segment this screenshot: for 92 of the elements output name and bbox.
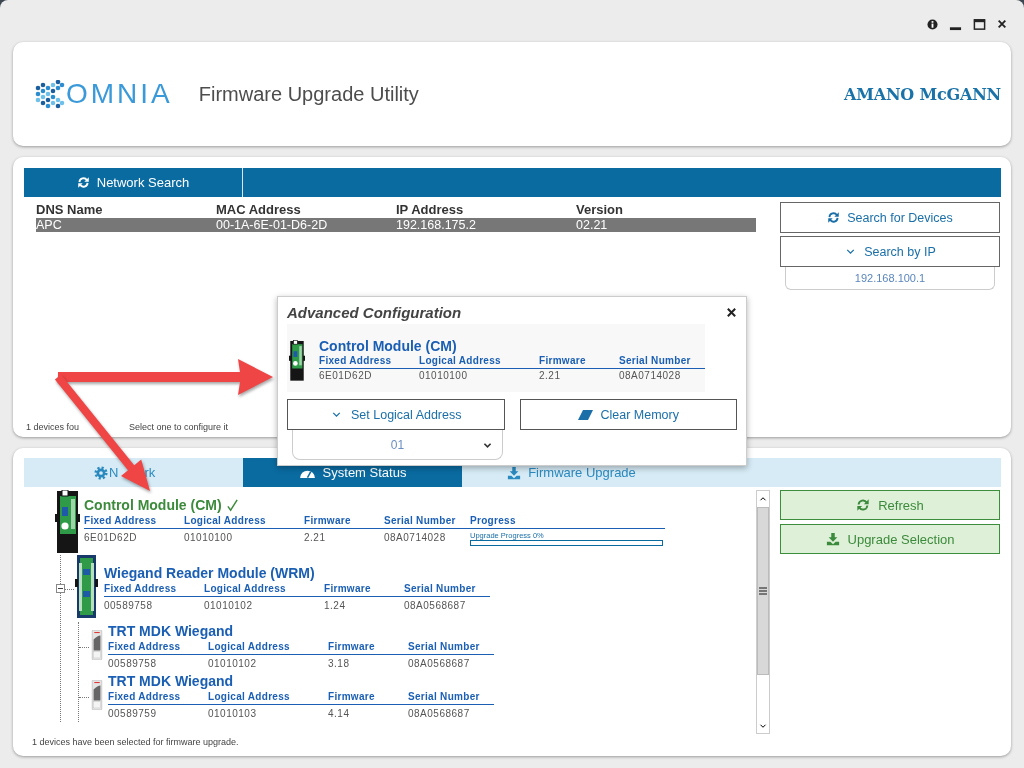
close-icon[interactable] <box>997 19 1007 29</box>
table-cell-text: 6E01D62D <box>84 531 138 545</box>
column-header: Firmware <box>304 515 352 528</box>
dropdown-button[interactable]: Set Logical Address <box>287 399 505 430</box>
table-cell-text: 2.21 <box>539 369 562 383</box>
table-cell-text: 08A0568687 <box>408 707 471 721</box>
device-name[interactable]: Control Module (CM) <box>84 497 222 513</box>
app-title: Firmware Upgrade Utility <box>198 82 419 106</box>
table-cell-text: 192.168.175.2 <box>396 218 477 232</box>
table-cell-text: 02.21 <box>576 218 609 232</box>
column-header: Fixed Address <box>108 641 182 654</box>
circuit-board-icon <box>75 555 98 618</box>
column-header: MAC Address <box>216 202 302 218</box>
eraser-icon <box>577 409 593 420</box>
check-icon <box>225 498 239 512</box>
column-header: Fixed Address <box>84 515 158 528</box>
card-reader-icon <box>90 630 104 660</box>
column-header: Fixed Address <box>108 691 182 704</box>
table-row[interactable]: APC 00-1A-6E-01-D6-2D 192.168.175.2 02.21 <box>36 218 756 232</box>
column-header: Firmware <box>539 355 587 368</box>
column-header: Serial Number <box>404 583 477 596</box>
table-cell-text: 6E01D62D <box>319 369 373 383</box>
gear-icon <box>94 465 108 480</box>
column-header: Logical Address <box>419 355 502 368</box>
scroll-thumb[interactable] <box>757 507 769 675</box>
table-cell-text: 1.24 <box>324 599 347 613</box>
refresh-icon <box>856 498 871 512</box>
column-header: Firmware <box>324 583 372 596</box>
column-header: Serial Number <box>408 641 481 654</box>
column-header: Fixed Address <box>104 583 178 596</box>
download-icon <box>507 465 522 480</box>
status-text: 1 devices have been selected for firmware upgrade. <box>31 737 240 747</box>
column-header: Serial Number <box>384 515 457 528</box>
table-cell-text: 2.21 <box>304 531 327 545</box>
table-cell-text: 3.18 <box>328 657 351 671</box>
table-cell-text: 01010102 <box>204 599 254 613</box>
refresh-icon <box>827 211 841 224</box>
clear-button[interactable]: Clear Memory <box>519 399 737 430</box>
table-cell-text: 00-1A-6E-01-D6-2D <box>216 218 329 232</box>
table-cell-text: 01010103 <box>208 707 258 721</box>
dropdown-button[interactable]: Search by IP <box>780 236 1000 267</box>
table-cell-text: 08A0568687 <box>408 657 471 671</box>
ip-field[interactable]: 192.168.100.1 <box>785 267 995 290</box>
column-header: Firmware <box>328 691 376 704</box>
table-cell-text: 01010102 <box>208 657 258 671</box>
column-header: Logical Address <box>204 583 287 596</box>
column-header: Logical Address <box>208 641 291 654</box>
upgrade-button[interactable]: Upgrade Selection <box>780 524 1000 554</box>
column-header: Firmware <box>328 641 376 654</box>
table-cell-text: 01010100 <box>419 369 469 383</box>
status-text: Select one to configure it <box>129 422 230 432</box>
circuit-board-icon <box>55 490 80 553</box>
table-cell-text: 08A0714028 <box>619 369 682 383</box>
table-cell-text: 00589758 <box>104 599 154 613</box>
logo-icon <box>35 79 65 109</box>
collapse-toggle-icon[interactable] <box>56 583 65 593</box>
dialog-title: Advanced Configuration <box>287 303 462 321</box>
brand-logo: AMANO McGANN <box>843 84 1001 104</box>
status-text: 1 devices fou <box>26 422 81 432</box>
info-icon[interactable] <box>927 18 938 30</box>
column-header: Progress <box>470 515 517 528</box>
table-cell-text: 01010100 <box>184 531 234 545</box>
table-cell-text: 00589759 <box>108 707 158 721</box>
device-name[interactable]: TRT MDK Wiegand <box>108 673 234 689</box>
download-icon <box>825 532 840 546</box>
table-cell-text: 08A0568687 <box>404 599 467 613</box>
refresh-icon <box>76 176 90 189</box>
table-cell-text: 08A0714028 <box>384 531 447 545</box>
maximize-icon[interactable] <box>973 17 986 31</box>
search-button[interactable]: Search for Devices <box>780 202 1000 233</box>
device-name[interactable]: Wiegand Reader Module (WRM) <box>104 565 315 581</box>
grip-icon <box>759 587 767 595</box>
column-header: Logical Address <box>208 691 291 704</box>
refresh-button[interactable]: Refresh <box>780 490 1000 520</box>
select-value: 01 <box>390 437 405 452</box>
column-header: Serial Number <box>619 355 692 368</box>
table-cell-text: 4.14 <box>328 707 351 721</box>
close-icon[interactable] <box>726 306 737 318</box>
device-name: Control Module (CM) <box>319 338 458 355</box>
card-reader-icon <box>90 680 104 710</box>
table-cell-text: APC <box>36 218 63 232</box>
device-name[interactable]: TRT MDK Wiegand <box>108 623 234 639</box>
column-header: Logical Address <box>184 515 267 528</box>
logo-text: OMNIA <box>66 78 173 110</box>
scrollbar[interactable] <box>756 490 770 734</box>
table-cell-text: 00589758 <box>108 657 158 671</box>
column-header: Version <box>576 202 624 218</box>
address-select[interactable]: 01 <box>292 430 503 460</box>
column-header: Fixed Address <box>319 355 393 368</box>
column-header: Serial Number <box>408 691 481 704</box>
column-header: DNS Name <box>36 202 104 218</box>
column-header: IP Address <box>396 202 465 218</box>
